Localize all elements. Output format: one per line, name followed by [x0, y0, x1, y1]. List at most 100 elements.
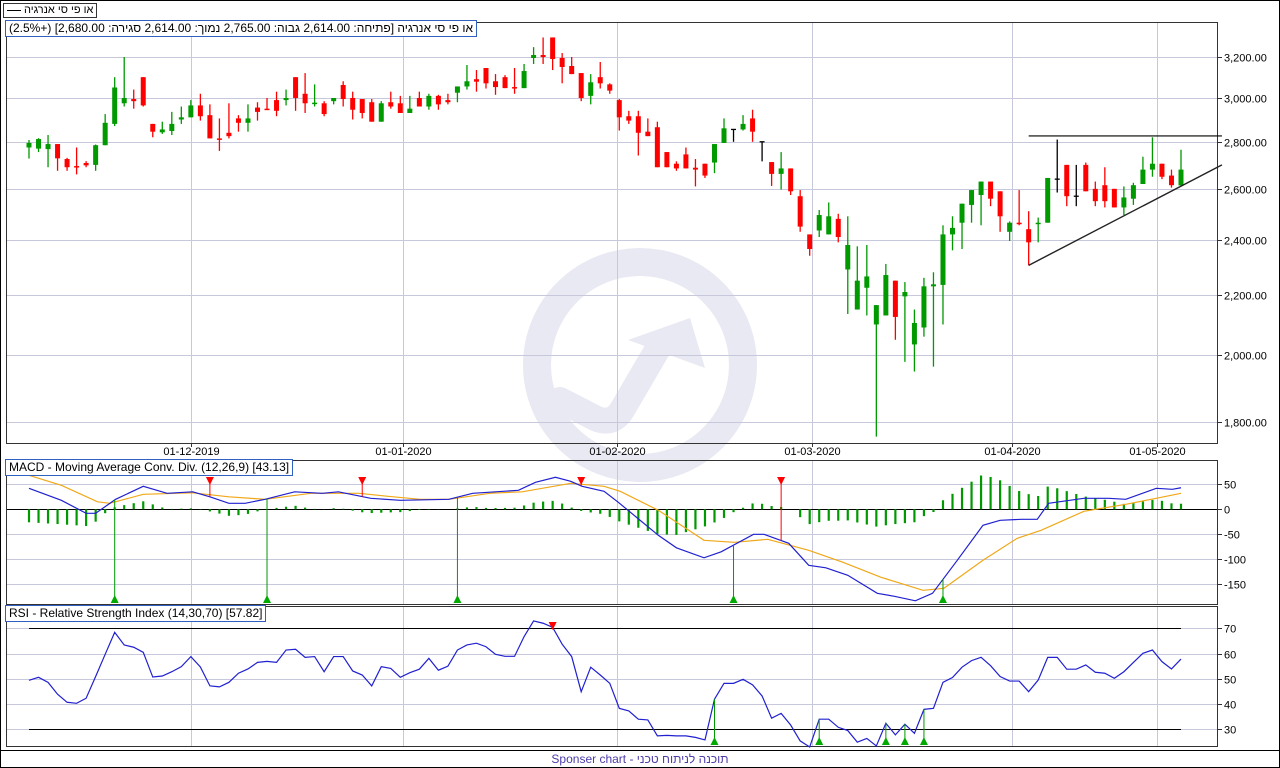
candle-body: [359, 99, 365, 113]
candle-body: [293, 77, 299, 98]
candle-body: [264, 108, 270, 111]
candle-body: [540, 55, 546, 57]
candle: [264, 97, 270, 111]
candle-body: [55, 144, 61, 159]
candle: [826, 202, 832, 235]
candle-body: [569, 65, 575, 75]
chart-canvas[interactable]: 01-12-2019 01-01-2020 01-02-2020 01-03-2020…: [0, 0, 1280, 768]
candle: [188, 100, 194, 118]
candle-body: [873, 305, 879, 325]
candle-body: [102, 122, 108, 146]
candle-body: [578, 73, 584, 98]
candle: [750, 109, 756, 142]
candle: [569, 57, 575, 75]
footer-sponsor-link[interactable]: Sponser chart - תוכנה לניתוח טכני: [0, 752, 1280, 766]
candle-body: [159, 129, 165, 133]
candle-body: [188, 105, 194, 118]
candle: [378, 101, 384, 122]
candle: [483, 68, 489, 89]
candle-body: [274, 100, 280, 111]
candle-body: [1045, 177, 1051, 223]
rsi-axis-label: 70: [1224, 624, 1236, 636]
candle-body: [26, 142, 32, 148]
candle: [1045, 177, 1051, 223]
candle: [721, 118, 727, 143]
candle: [1149, 137, 1155, 177]
rsi-buy-signal-icon: [815, 737, 824, 745]
candle-body: [302, 93, 308, 104]
candle: [140, 77, 146, 107]
candle: [902, 282, 908, 362]
candle: [626, 110, 632, 124]
candle: [588, 74, 594, 105]
candle: [969, 190, 975, 223]
candle-body: [645, 131, 651, 137]
candle: [550, 37, 556, 71]
candle: [197, 93, 203, 121]
watermark-logo-icon: [523, 248, 757, 482]
macd-line: [28, 476, 1182, 602]
candle-body: [178, 117, 184, 120]
candle-body: [150, 123, 156, 132]
buy-signal-arrow-icon: [110, 595, 119, 603]
macd-axis-label: 0: [1224, 505, 1230, 517]
rsi-buy-signal-icon: [919, 737, 928, 745]
rsi-axis-label: 30: [1224, 725, 1236, 737]
candle: [493, 74, 499, 95]
rsi-panel[interactable]: [6, 606, 1218, 747]
candle-body: [1121, 197, 1127, 208]
macd-axis-label: -150: [1224, 580, 1246, 592]
candle-body: [892, 280, 898, 317]
candle: [359, 99, 365, 119]
legend-box[interactable]: או פי סי אנרגיה: [3, 3, 98, 18]
candle: [312, 84, 318, 107]
rsi-axis-label: 40: [1224, 700, 1236, 712]
candle-body: [550, 37, 556, 59]
candle-body: [93, 145, 99, 165]
date-label: 01-02-2020: [589, 446, 645, 458]
candle: [1130, 182, 1136, 205]
candle-body: [312, 102, 318, 105]
candle: [64, 157, 70, 171]
candle-body: [988, 181, 994, 199]
candle-body: [673, 163, 679, 169]
price-axis-label: 2,000.00: [1224, 351, 1267, 363]
candle-body: [493, 81, 499, 88]
candle-body: [245, 118, 251, 123]
candle-body: [283, 97, 289, 101]
candle: [254, 102, 260, 121]
candle-body: [1035, 222, 1041, 225]
candle-body: [83, 163, 89, 166]
candle: [940, 225, 946, 325]
candle-body: [959, 203, 965, 223]
date-label: 01-03-2020: [784, 446, 840, 458]
price-axis-label: 2,800.00: [1224, 138, 1267, 150]
gridlines: [7, 23, 1222, 746]
candle: [388, 91, 394, 109]
candle-body: [635, 116, 641, 133]
candle-body: [521, 71, 527, 89]
date-label: 01-01-2020: [375, 446, 431, 458]
candle: [578, 73, 584, 102]
candle: [740, 115, 746, 131]
candle-body: [902, 292, 908, 297]
candle: [673, 161, 679, 171]
candle: [978, 181, 984, 226]
candle-body: [750, 118, 756, 132]
macd-series: [27, 474, 1183, 603]
buy-signal-arrow-icon: [453, 595, 462, 603]
sell-signal-arrow-icon: [777, 477, 786, 485]
candle-body: [654, 127, 660, 168]
candle: [1064, 164, 1070, 207]
candle: [1092, 181, 1098, 207]
candle: [245, 104, 251, 132]
candle: [83, 161, 89, 168]
candle: [930, 272, 936, 367]
candle: [607, 83, 613, 94]
candle: [331, 97, 337, 105]
price-series: [26, 37, 1223, 437]
candle: [797, 190, 803, 232]
sell-signal-arrow-icon: [205, 477, 214, 485]
candle: [454, 86, 460, 103]
candle-body: [140, 77, 146, 106]
